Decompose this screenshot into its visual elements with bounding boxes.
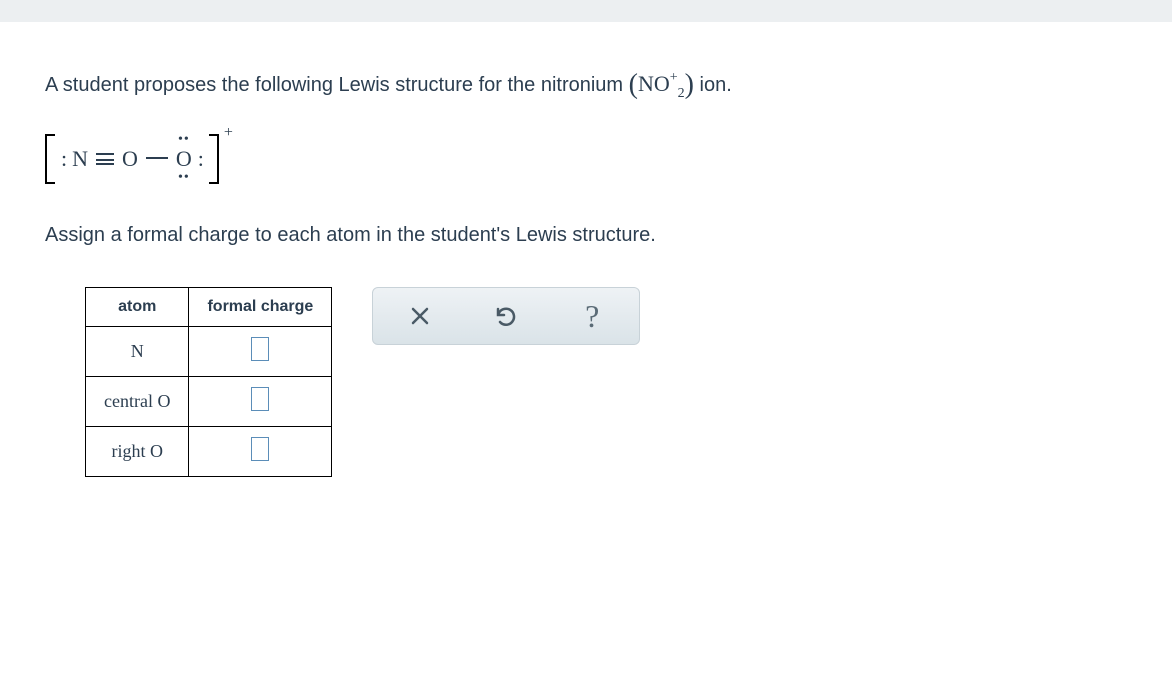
single-bond	[146, 157, 168, 159]
page-top-bar	[0, 0, 1172, 22]
charge-input-n[interactable]	[251, 337, 269, 361]
header-atom: atom	[86, 288, 189, 327]
charge-cell-right-o	[189, 427, 332, 477]
answer-row: atom formal charge N central O right O	[85, 287, 1127, 477]
o-right-lone-pair: :	[198, 146, 203, 172]
atom-cell-right-o: right O	[86, 427, 189, 477]
formula-sup: +	[670, 70, 678, 85]
atom-n: N	[70, 146, 90, 172]
charge-cell-central-o	[189, 377, 332, 427]
table-row: central O	[86, 377, 332, 427]
prompt-line-2: Assign a formal charge to each atom in t…	[45, 224, 1127, 247]
table-row: right O	[86, 427, 332, 477]
lewis-structure: : N O •• O •• : +	[45, 134, 219, 184]
open-paren: (	[629, 69, 638, 100]
question-icon: ?	[585, 298, 599, 335]
reset-button[interactable]	[463, 294, 549, 338]
formal-charge-table: atom formal charge N central O right O	[85, 287, 332, 477]
x-icon	[408, 304, 432, 328]
atom-o-right-label: O	[176, 146, 192, 171]
action-toolbar: ?	[372, 287, 640, 345]
atom-o-right: •• O ••	[174, 146, 194, 172]
clear-button[interactable]	[377, 294, 463, 338]
o-right-top-dots: ••	[178, 132, 190, 148]
n-left-lone-pair: :	[61, 146, 66, 172]
header-formal-charge: formal charge	[189, 288, 332, 327]
charge-input-right-o[interactable]	[251, 437, 269, 461]
prompt-1-suffix: ion.	[700, 74, 732, 96]
lewis-bracket: : N O •• O •• :	[45, 134, 219, 184]
atom-cell-n: N	[86, 327, 189, 377]
prompt-1-prefix: A student proposes the following Lewis s…	[45, 74, 629, 96]
help-button[interactable]: ?	[549, 294, 635, 338]
bracket-charge: +	[224, 124, 233, 142]
o-right-bottom-dots: ••	[178, 170, 190, 186]
atom-cell-central-o: central O	[86, 377, 189, 427]
formula-base: NO	[638, 71, 670, 96]
prompt-line-1: A student proposes the following Lewis s…	[45, 62, 1127, 104]
charge-input-central-o[interactable]	[251, 387, 269, 411]
undo-icon	[494, 304, 518, 328]
question-content: A student proposes the following Lewis s…	[0, 22, 1172, 517]
close-paren: )	[685, 69, 694, 100]
atom-o-central: O	[120, 146, 140, 172]
table-row: N	[86, 327, 332, 377]
table-header-row: atom formal charge	[86, 288, 332, 327]
nitronium-formula: (NO+2)	[629, 71, 700, 96]
triple-bond	[94, 152, 116, 166]
charge-cell-n	[189, 327, 332, 377]
formula-sub: 2	[678, 86, 685, 101]
